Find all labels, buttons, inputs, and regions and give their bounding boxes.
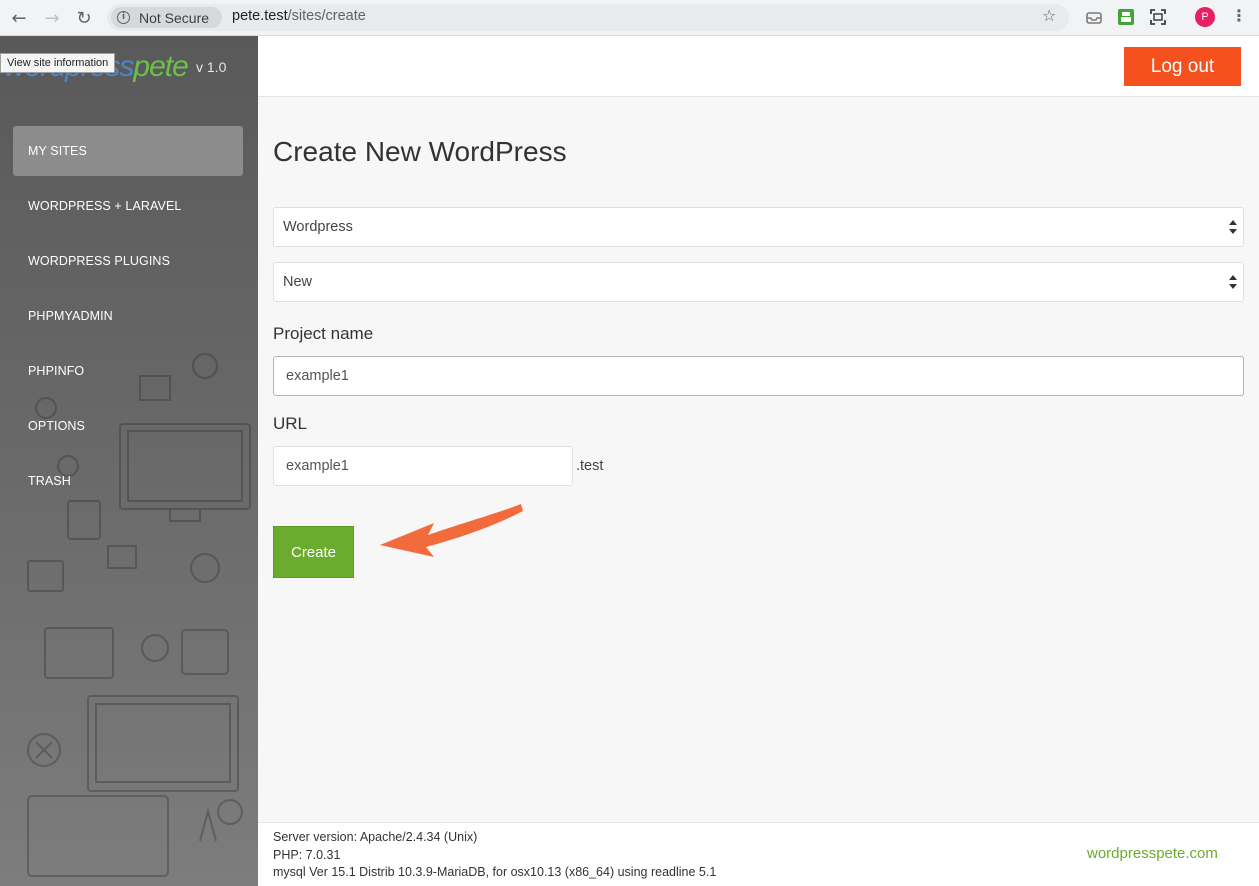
- sidebar-item-wordpress-plugins[interactable]: WORDPRESS PLUGINS: [13, 236, 243, 286]
- install-type-select[interactable]: New: [273, 262, 1244, 302]
- select-arrows-icon: [1229, 275, 1237, 289]
- site-info-tooltip: View site information: [0, 53, 116, 73]
- url-input[interactable]: example1: [273, 446, 573, 486]
- sidebar-menu: MY SITES WORDPRESS + LARAVEL WORDPRESS P…: [13, 126, 243, 511]
- sidebar-item-trash[interactable]: TRASH: [13, 456, 243, 506]
- sidebar-item-wordpress-laravel[interactable]: WORDPRESS + LARAVEL: [13, 181, 243, 231]
- sidebar-item-label: WORDPRESS + LARAVEL: [28, 199, 182, 213]
- browser-toolbar: ← → ↻ i Not Secure pete.test/sites/creat…: [0, 0, 1259, 36]
- sidebar-item-label: PHPMYADMIN: [28, 309, 113, 323]
- url-value: example1: [286, 458, 349, 474]
- server-version-text: Server version: Apache/2.4.34 (Unix): [273, 830, 478, 844]
- security-chip[interactable]: i Not Secure: [111, 7, 222, 28]
- kebab-menu-icon[interactable]: ⋮: [1231, 6, 1247, 25]
- url-host: pete.test: [232, 8, 288, 24]
- info-icon: i: [117, 11, 130, 24]
- sidebar-item-label: MY SITES: [28, 144, 87, 158]
- install-type-value: New: [283, 274, 313, 290]
- sidebar-item-label: OPTIONS: [28, 419, 85, 433]
- profile-avatar[interactable]: P: [1195, 7, 1215, 27]
- project-name-value: example1: [286, 368, 349, 384]
- forward-arrow-icon[interactable]: →: [40, 6, 64, 30]
- star-icon[interactable]: ☆: [1042, 6, 1056, 25]
- top-bar: Log out: [258, 36, 1259, 97]
- extension-inbox-icon[interactable]: [1085, 8, 1103, 26]
- sidebar-item-phpmyadmin[interactable]: PHPMYADMIN: [13, 291, 243, 341]
- annotation-arrow: [380, 504, 523, 557]
- sidebar-item-label: TRASH: [28, 474, 71, 488]
- php-version-text: PHP: 7.0.31: [273, 847, 341, 862]
- create-button[interactable]: Create: [273, 526, 354, 578]
- select-arrows-icon: [1229, 220, 1237, 234]
- app-type-value: Wordpress: [283, 219, 353, 235]
- footer: Server version: Apache/2.4.34 (Unix) PHP…: [258, 822, 1259, 886]
- project-name-label: Project name: [273, 324, 374, 343]
- sidebar-item-label: WORDPRESS PLUGINS: [28, 254, 171, 268]
- page-title: Create New WordPress: [273, 136, 567, 167]
- extension-print-icon[interactable]: [1117, 8, 1135, 26]
- sidebar-item-label: PHPINFO: [28, 364, 85, 378]
- footer-link[interactable]: wordpresspete.com: [1087, 845, 1218, 862]
- url-path: /sites/create: [287, 8, 366, 24]
- sidebar-item-phpinfo[interactable]: PHPINFO: [13, 346, 243, 396]
- logout-button[interactable]: Log out: [1124, 47, 1241, 86]
- reload-icon[interactable]: ↻: [72, 6, 96, 30]
- sidebar-item-options[interactable]: OPTIONS: [13, 401, 243, 451]
- sidebar-item-my-sites[interactable]: MY SITES: [13, 126, 243, 176]
- back-arrow-icon[interactable]: ←: [7, 6, 31, 30]
- security-label: Not Secure: [139, 9, 210, 26]
- extension-capture-icon[interactable]: [1149, 8, 1167, 26]
- sidebar: wordpresspete v 1.0 View site informatio…: [0, 36, 258, 886]
- url-label: URL: [273, 414, 308, 433]
- app-type-select[interactable]: Wordpress: [273, 207, 1244, 247]
- version-label: v 1.0: [196, 59, 227, 75]
- project-name-input[interactable]: example1: [273, 356, 1244, 396]
- main-content: Log out Create New WordPress Wordpress N…: [258, 36, 1259, 886]
- mysql-version-text: mysql Ver 15.1 Distrib 10.3.9-MariaDB, f…: [273, 865, 717, 879]
- url-suffix: .test: [576, 458, 604, 474]
- url-text[interactable]: pete.test/sites/create: [232, 8, 366, 24]
